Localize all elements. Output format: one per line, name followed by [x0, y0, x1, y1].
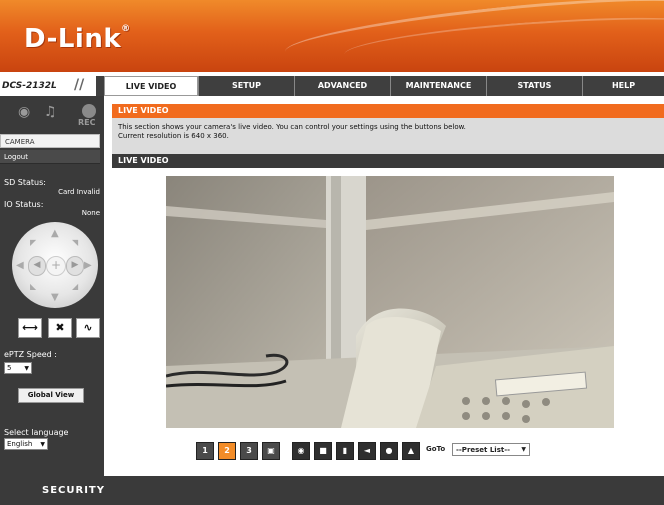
io-status-label: IO Status:	[4, 200, 44, 209]
tab-live-video[interactable]: LIVE VIDEO	[104, 76, 198, 96]
chevron-down-icon: ▼	[24, 365, 29, 372]
main-nav: DCS-2132L // LIVE VIDEO SETUP ADVANCED M…	[0, 76, 664, 96]
arrow-right-icon[interactable]: ▶	[84, 260, 92, 271]
pan-right-icon[interactable]: ▶	[66, 256, 84, 276]
arrow-down-icon[interactable]: ▼	[51, 292, 59, 303]
arrow-down-left-icon[interactable]: ◣	[30, 282, 36, 291]
auto-patrol-button[interactable]: ∿	[76, 318, 100, 338]
record-video-icon[interactable]: ■	[314, 442, 332, 460]
stop-patrol-button[interactable]: ✖	[48, 318, 72, 338]
language-select[interactable]: English ▼	[4, 438, 48, 450]
tab-maintenance[interactable]: MAINTENANCE	[390, 76, 486, 96]
rec-label: REC	[78, 118, 96, 127]
logout-link[interactable]: Logout	[0, 150, 100, 164]
arrow-up-left-icon[interactable]: ◤	[30, 238, 36, 247]
profile-1-button[interactable]: 1	[196, 442, 214, 460]
live-video-feed[interactable]	[166, 176, 614, 428]
eptz-speed-label: ePTZ Speed :	[4, 350, 57, 359]
description-text: This section shows your camera's live vi…	[118, 123, 466, 131]
microphone-icon[interactable]: ●	[380, 442, 398, 460]
language-label: Select language	[4, 428, 69, 437]
record-icon	[82, 104, 96, 118]
tab-help[interactable]: HELP	[582, 76, 664, 96]
model-label: DCS-2132L //	[0, 76, 96, 96]
video-section-title: LIVE VIDEO	[112, 154, 664, 168]
home-position-icon[interactable]: +	[46, 256, 66, 276]
ptz-control-pad[interactable]: ▲ ▼ ◀ ▶ ◤ ◥ ◣ ◢ ◀ ▶ +	[12, 222, 98, 308]
arrow-down-right-icon[interactable]: ◢	[72, 282, 78, 291]
sound-icon: ♫	[44, 104, 57, 120]
arrow-up-icon[interactable]: ▲	[51, 228, 59, 239]
header-banner: D-Link®	[0, 0, 664, 72]
folder-icon[interactable]: ▮	[336, 442, 354, 460]
pan-left-icon[interactable]: ◀	[28, 256, 46, 276]
io-status-value: None	[81, 209, 100, 217]
alert-icon[interactable]: ▲	[402, 442, 420, 460]
resolution-text: Current resolution is 640 x 360.	[118, 132, 229, 140]
horizontal-patrol-button[interactable]: ⟷	[18, 318, 42, 338]
video-panel: 1 2 3 ▣ ◉ ■ ▮ ◄ ● ▲ GoTo --Preset List--…	[112, 168, 664, 472]
global-view-button[interactable]: Global View	[18, 388, 84, 403]
goto-label: GoTo	[426, 445, 446, 453]
tab-setup[interactable]: SETUP	[198, 76, 294, 96]
footer-security-label: SECURITY	[42, 485, 105, 496]
speaker-icon[interactable]: ◄	[358, 442, 376, 460]
section-title: LIVE VIDEO	[112, 104, 664, 118]
snapshot-icon[interactable]: ◉	[292, 442, 310, 460]
status-icons: ◉ ♫ REC	[14, 104, 100, 127]
fullscreen-icon[interactable]: ▣	[262, 442, 280, 460]
dlink-logo: D-Link®	[24, 24, 131, 54]
sd-status-label: SD Status:	[4, 178, 46, 187]
preset-list-select[interactable]: --Preset List-- ▼	[452, 443, 530, 456]
motion-icon: ◉	[18, 104, 31, 120]
main-content: LIVE VIDEO This section shows your camer…	[104, 96, 664, 476]
eptz-speed-select[interactable]: 5 ▼	[4, 362, 32, 374]
profile-3-button[interactable]: 3	[240, 442, 258, 460]
left-sidebar: ◉ ♫ REC CAMERA Logout SD Status: Card In…	[0, 96, 104, 476]
arrow-up-right-icon[interactable]: ◥	[72, 238, 78, 247]
info-box: This section shows your camera's live vi…	[112, 118, 664, 154]
chevron-down-icon: ▼	[40, 441, 45, 448]
sd-status-value: Card Invalid	[58, 188, 100, 196]
tab-status[interactable]: STATUS	[486, 76, 582, 96]
chevron-down-icon: ▼	[521, 446, 526, 453]
arrow-left-icon[interactable]: ◀	[16, 260, 24, 271]
profile-2-button[interactable]: 2	[218, 442, 236, 460]
tab-advanced[interactable]: ADVANCED	[294, 76, 390, 96]
camera-link[interactable]: CAMERA	[0, 134, 100, 148]
footer: SECURITY	[0, 476, 664, 505]
